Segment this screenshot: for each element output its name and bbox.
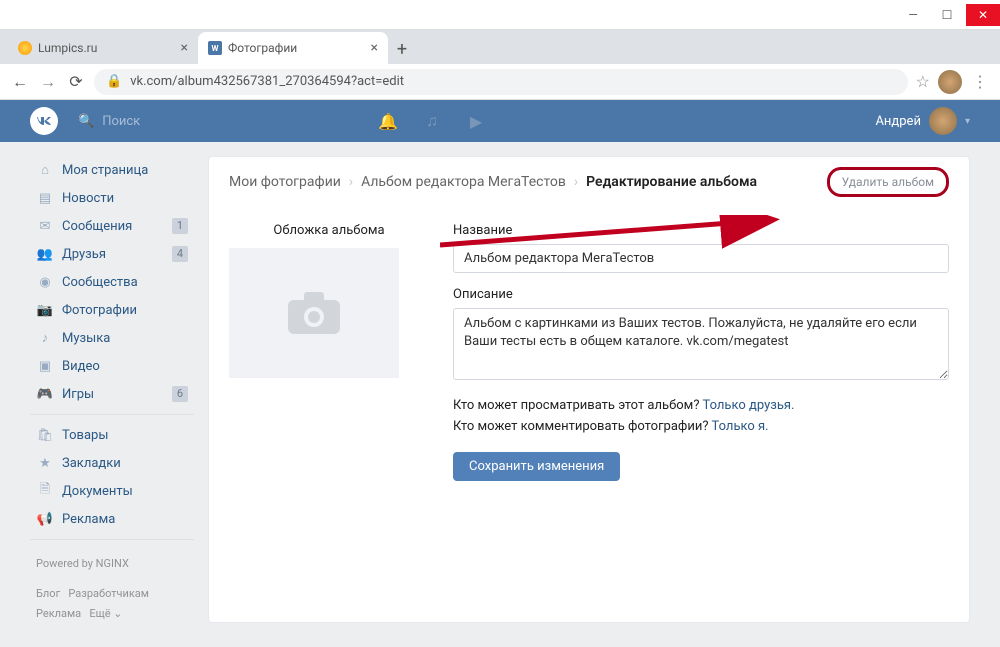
sidebar-footer: Powered by NGINX Блог Разработчикам Рекл…	[30, 546, 194, 623]
footer-link-more[interactable]: Ещё ⌄	[89, 607, 122, 620]
cover-label: Обложка альбома	[229, 223, 429, 238]
friends-icon: 👥	[36, 247, 54, 262]
save-button[interactable]: Сохранить изменения	[453, 452, 620, 481]
forward-button[interactable]: →	[38, 72, 58, 92]
page-content: 🔍 Поиск 🔔 ♫ ▶ Андрей ▾ ⌂Моя страница ▤Но…	[0, 100, 1000, 647]
chevron-right-icon: ›	[574, 174, 578, 190]
sidebar-item-communities[interactable]: ◉Сообщества	[30, 268, 194, 296]
perm-view-question: Кто может просматривать этот альбом?	[453, 398, 699, 413]
url-input[interactable]: 🔒 vk.com/album432567381_270364594?act=ed…	[94, 69, 908, 95]
perm-comment-link[interactable]: Только я.	[711, 419, 768, 434]
album-edit-form: Обложка альбома Название	[209, 207, 969, 505]
vk-sidebar: ⌂Моя страница ▤Новости ✉Сообщения1 👥Друз…	[30, 156, 194, 623]
tab-vk-photos[interactable]: W Фотографии ×	[198, 32, 388, 64]
favicon-lumpics-icon	[18, 41, 32, 55]
search-icon: 🔍	[78, 114, 94, 129]
browser-window: — ☐ ✕ Lumpics.ru × W Фотографии × + ← → …	[0, 0, 1000, 647]
notifications-icon[interactable]: 🔔	[378, 111, 398, 131]
album-description-textarea[interactable]	[453, 308, 949, 380]
url-text: vk.com/album432567381_270364594?act=edit	[130, 74, 404, 89]
badge: 4	[172, 246, 188, 262]
main-panel: Мои фотографии › Альбом редактора МегаТе…	[208, 156, 970, 623]
reload-button[interactable]: ⟳	[66, 72, 86, 92]
divider	[30, 414, 194, 415]
chevron-down-icon: ▾	[965, 116, 970, 127]
search-placeholder: Поиск	[102, 114, 140, 129]
tab-title: Фотографии	[228, 41, 297, 55]
sidebar-item-music[interactable]: ♪Музыка	[30, 324, 194, 352]
divider	[30, 539, 194, 540]
crumb-my-photos[interactable]: Мои фотографии	[229, 174, 341, 190]
footer-link-blog[interactable]: Блог	[36, 587, 60, 600]
address-bar: ← → ⟳ 🔒 vk.com/album432567381_270364594?…	[0, 64, 1000, 100]
browser-tabstrip: Lumpics.ru × W Фотографии × +	[0, 30, 1000, 64]
bookmark-star-icon[interactable]: ☆	[916, 72, 930, 91]
album-cover-placeholder[interactable]	[229, 248, 399, 378]
vk-logo-icon[interactable]	[30, 107, 58, 135]
back-button[interactable]: ←	[10, 72, 30, 92]
badge: 1	[172, 218, 188, 234]
badge: 6	[172, 386, 188, 402]
powered-by-label: Powered by NGINX	[36, 554, 188, 574]
vk-search[interactable]: 🔍 Поиск	[78, 114, 298, 129]
new-tab-button[interactable]: +	[388, 34, 416, 64]
sidebar-item-market[interactable]: 🛍Товары	[30, 421, 194, 449]
minimize-button[interactable]: —	[896, 4, 930, 26]
browser-menu-button[interactable]: ⋮	[970, 72, 990, 92]
music-icon: ♪	[36, 330, 54, 346]
camera-icon: 📷	[36, 303, 54, 318]
footer-link-ads[interactable]: Реклама	[36, 607, 81, 620]
docs-icon: 🗎	[36, 480, 54, 502]
groups-icon: ◉	[36, 275, 54, 290]
tab-lumpics[interactable]: Lumpics.ru ×	[8, 32, 198, 64]
camera-placeholder-icon	[286, 290, 342, 336]
sidebar-item-messages[interactable]: ✉Сообщения1	[30, 212, 194, 240]
vk-header: 🔍 Поиск 🔔 ♫ ▶ Андрей ▾	[0, 100, 1000, 142]
tab-close-icon[interactable]: ×	[371, 40, 378, 56]
title-label: Название	[453, 223, 949, 238]
window-titlebar: — ☐ ✕	[0, 0, 1000, 30]
breadcrumb: Мои фотографии › Альбом редактора МегаТе…	[209, 157, 969, 207]
sidebar-item-documents[interactable]: 🗎Документы	[30, 477, 194, 505]
crumb-album[interactable]: Альбом редактора МегаТестов	[361, 174, 566, 190]
tab-title: Lumpics.ru	[38, 41, 97, 55]
perm-comment-question: Кто может комментировать фотографии?	[453, 419, 709, 434]
sidebar-item-photos[interactable]: 📷Фотографии	[30, 296, 194, 324]
sidebar-item-news[interactable]: ▤Новости	[30, 184, 194, 212]
delete-album-button[interactable]: Удалить альбом	[827, 167, 949, 197]
games-icon: 🎮	[36, 387, 54, 402]
sidebar-item-games[interactable]: 🎮Игры6	[30, 380, 194, 408]
chevron-right-icon: ›	[349, 174, 353, 190]
favicon-vk-icon: W	[208, 41, 222, 55]
maximize-button[interactable]: ☐	[930, 4, 964, 26]
music-player-icon[interactable]: ♫	[422, 111, 442, 131]
sidebar-item-my-page[interactable]: ⌂Моя страница	[30, 156, 194, 184]
username-label: Андрей	[875, 114, 921, 129]
star-icon: ★	[36, 456, 54, 471]
sidebar-item-video[interactable]: ▣Видео	[30, 352, 194, 380]
perm-view-link[interactable]: Только друзья.	[702, 398, 794, 413]
close-button[interactable]: ✕	[966, 4, 1000, 26]
sidebar-item-bookmarks[interactable]: ★Закладки	[30, 449, 194, 477]
user-avatar-icon	[929, 107, 957, 135]
play-icon[interactable]: ▶	[466, 111, 486, 131]
crumb-current: Редактирование альбома	[586, 174, 757, 190]
market-icon: 🛍	[36, 428, 54, 443]
home-icon: ⌂	[36, 162, 54, 178]
lock-icon: 🔒	[106, 74, 122, 89]
vk-user-menu[interactable]: Андрей ▾	[875, 107, 970, 135]
sidebar-item-ads[interactable]: 📢Реклама	[30, 505, 194, 533]
sidebar-item-friends[interactable]: 👥Друзья4	[30, 240, 194, 268]
profile-avatar-icon[interactable]	[938, 70, 962, 94]
description-label: Описание	[453, 287, 949, 302]
video-icon: ▣	[36, 359, 54, 374]
message-icon: ✉	[36, 219, 54, 234]
tab-close-icon[interactable]: ×	[181, 40, 188, 56]
footer-link-dev[interactable]: Разработчикам	[68, 587, 149, 600]
ads-icon: 📢	[36, 512, 54, 527]
album-title-input[interactable]	[453, 244, 949, 273]
feed-icon: ▤	[36, 191, 54, 206]
